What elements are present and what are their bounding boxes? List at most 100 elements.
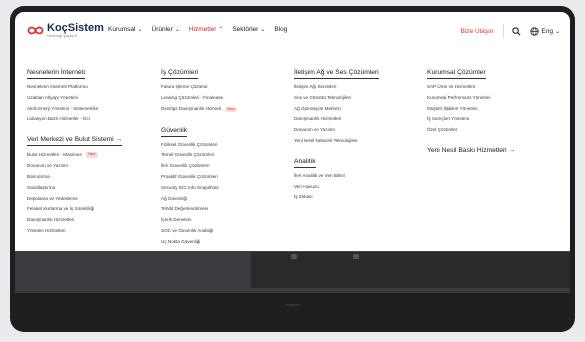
menu-heading[interactable]: Güvenlik [161,127,188,137]
koc-logo-icon [27,26,44,35]
menu-item[interactable]: Donanım ve Yazılım [27,163,122,168]
menu-heading[interactable]: Kurumsal Çözümler [427,69,486,79]
menu-list: Fiziksel Güvenlik Çözümleri Temel Güvenl… [161,142,237,244]
menu-list: İletişim Ağı Servisleri Ses ve Görüntü T… [294,84,379,143]
menu-item[interactable]: Fiziksel Güvenlik Çözümleri [161,142,237,147]
chevron-down-icon: ⌄ [260,27,266,33]
arrow-right-icon: → [508,146,516,154]
menu-item[interactable]: Danışmanlık Hizmetleri [27,217,122,222]
chevron-down-icon: ⌄ [174,27,180,33]
language-label: Eng [541,27,553,35]
footer-band: Instagram [15,293,570,326]
menu-item[interactable]: Ağ Güvenliği [161,196,237,201]
menu-item[interactable]: Tehdit Değerlendirmesi [161,206,237,211]
logo-name: KoçSistem [47,22,104,34]
logo-tagline: Geleceği yaşayın [47,34,78,38]
menu-item[interactable]: SAP Ürün ve Hizmetleri [427,84,515,89]
new-badge: New [85,152,98,158]
nav-item-blog[interactable]: Blog [274,26,287,33]
menu-item[interactable]: DevOps Danışmanlık Hizmeti New [161,106,238,113]
menu-item[interactable]: Sanallaştırma [27,185,122,190]
menu-item[interactable]: Danışmanlık Hizmetleri [294,116,379,121]
menu-item[interactable]: Kurumsal Performans Yönetimi [427,95,515,100]
footer-text: Instagram [284,303,301,307]
carousel-dot[interactable] [291,254,297,259]
menu-item[interactable]: SOC ve Güvenlik Analitiği [161,228,237,233]
menu-heading-label: Yeni Nesil Baskı Hizmetleri [427,146,507,154]
menu-list: Nesnelerin İnterneti Platformu Uzaktan A… [27,84,122,122]
menu-column-network: İletişim Ağ ve Ses Çözümleri İletişim Ağ… [294,61,379,206]
main-nav: Kurumsal ⌄ Ürünler ⌄ Hizmetler ⌃ Sektörl… [108,26,287,33]
menu-item-label: DevOps Danışmanlık Hizmeti [161,106,221,112]
menu-item[interactable]: Depolama ve Yedekleme [27,196,122,201]
nav-item-label: Kurumsal [108,26,136,33]
menu-column-business: İş Çözümleri Fatura İşleme Çözümü Leasin… [161,61,238,251]
nav-item-sektorler[interactable]: Sektörler ⌄ [232,26,265,33]
nav-item-hizmetler[interactable]: Hizmetler ⌃ [189,26,223,33]
menu-list: Bulut Hizmetleri - Maximus New Donanım ve… [27,152,122,233]
nav-item-label: Ürünler [151,26,173,33]
menu-item[interactable]: Felaket Kurtarma ve İş Sürekliliği [27,206,122,211]
contact-link[interactable]: Bize Ulaşın [461,28,494,35]
menu-heading[interactable]: Nesnelerin İnterneti [27,69,85,79]
chevron-up-icon: ⌃ [218,27,224,33]
menu-item[interactable]: Ağ Operasyon Merkezi [294,106,379,111]
page-background: Instagram [15,251,570,326]
menu-item[interactable]: Uzaktan Altyapı Yönetimi [27,95,122,100]
menu-list: SAP Ürün ve Hizmetleri Kurumsal Performa… [427,84,515,132]
menu-heading[interactable]: Analitik [294,158,316,168]
menu-heading-label: Veri Merkezi ve Bulut Sistemi [27,136,114,144]
menu-item[interactable]: Lokasyon Bazlı Hizmetler - İzci [27,116,122,121]
menu-item[interactable]: İş Zekası [294,194,379,199]
divider [503,24,505,38]
device-frame: KoçSistem Geleceği yaşayın Kurumsal ⌄ Ür… [10,6,575,332]
arrow-right-icon: → [115,136,123,144]
menu-item[interactable]: Nesnelerin İnterneti Platformu [27,84,122,89]
menu-heading[interactable]: Yeni Nesil Baskı Hizmetleri → [427,147,515,154]
nav-item-kurumsal[interactable]: Kurumsal ⌄ [108,26,143,33]
menu-item[interactable]: Donanım ve Yazılım [294,127,379,132]
menu-item[interactable]: Security IDC Info Snapshots [161,185,237,190]
chevron-down-icon: ⌄ [554,28,560,35]
menu-item[interactable]: Müşteri İlişkileri Yönetimi [427,106,515,111]
nav-item-label: Blog [274,26,288,33]
nav-item-urunler[interactable]: Ürünler ⌄ [152,26,180,33]
content-panel [251,251,570,288]
menu-item-label: Bulut Hizmetleri - Maximus [27,151,82,157]
menu-list: Fatura İşleme Çözümü Leasing Çözümleri -… [161,84,238,113]
menu-item[interactable]: Uç Nokta Güvenliği [161,239,237,244]
logo[interactable]: KoçSistem Geleceği yaşayın [27,23,104,39]
menu-heading[interactable]: Veri Merkezi ve Bulut Sistemi → [27,136,123,147]
mega-menu: Nesnelerin İnterneti Nesnelerin İnternet… [15,52,570,251]
menu-item[interactable]: Özel Çözümler [427,127,515,132]
menu-heading[interactable]: İletişim Ağ ve Ses Çözümleri [294,69,379,79]
menu-item[interactable]: İçerik Denetimi [161,217,237,222]
top-navbar: KoçSistem Geleceği yaşayın Kurumsal ⌄ Ür… [15,12,570,53]
menu-column-enterprise: Kurumsal Çözümler SAP Ürün ve Hizmetleri… [427,61,515,160]
menu-list: İleri Analitik ve Veri Bilimi Veri Havuz… [294,173,379,200]
menu-item[interactable]: Fatura İşleme Çözümü [161,84,237,89]
menu-item[interactable]: Yönetim Hizmetleri [27,228,122,233]
menu-item[interactable]: Barındırma [27,174,122,179]
menu-item[interactable]: Veri Havuzu [294,184,379,189]
menu-item[interactable]: İleri Analitik ve Veri Bilimi [294,173,379,178]
menu-item[interactable]: İş Süreçleri Yönetimi [427,116,515,121]
menu-item[interactable]: Ses ve Görüntü Teknolojileri [294,95,379,100]
menu-heading[interactable]: İş Çözümleri [161,69,199,79]
menu-item[interactable]: Proaktif Güvenlik Çözümleri [161,174,237,179]
menu-item[interactable]: İleri Güvenlik Çözümleri [161,163,237,168]
menu-item[interactable]: Temel Güvenlik Çözümleri [161,153,237,158]
language-selector[interactable]: Eng ⌄ [530,26,560,36]
menu-item[interactable]: Leasing Çözümleri - Finalease [161,95,237,100]
nav-right: Bize Ulaşın Eng ⌄ [461,24,560,38]
carousel-dot[interactable] [353,254,359,259]
menu-item[interactable]: Akıllı Enerji Yönetimi - Sistemetriks [27,106,122,111]
browser-screen: KoçSistem Geleceği yaşayın Kurumsal ⌄ Ür… [15,12,570,326]
menu-item[interactable]: Yeni Nesil Network Teknolojileri [294,138,379,143]
chevron-down-icon: ⌄ [137,27,143,33]
menu-item[interactable]: İletişim Ağı Servisleri [294,84,379,89]
search-icon[interactable] [512,26,521,36]
menu-item[interactable]: Bulut Hizmetleri - Maximus New [27,152,122,158]
globe-icon [530,26,540,36]
new-badge: New [225,106,238,113]
